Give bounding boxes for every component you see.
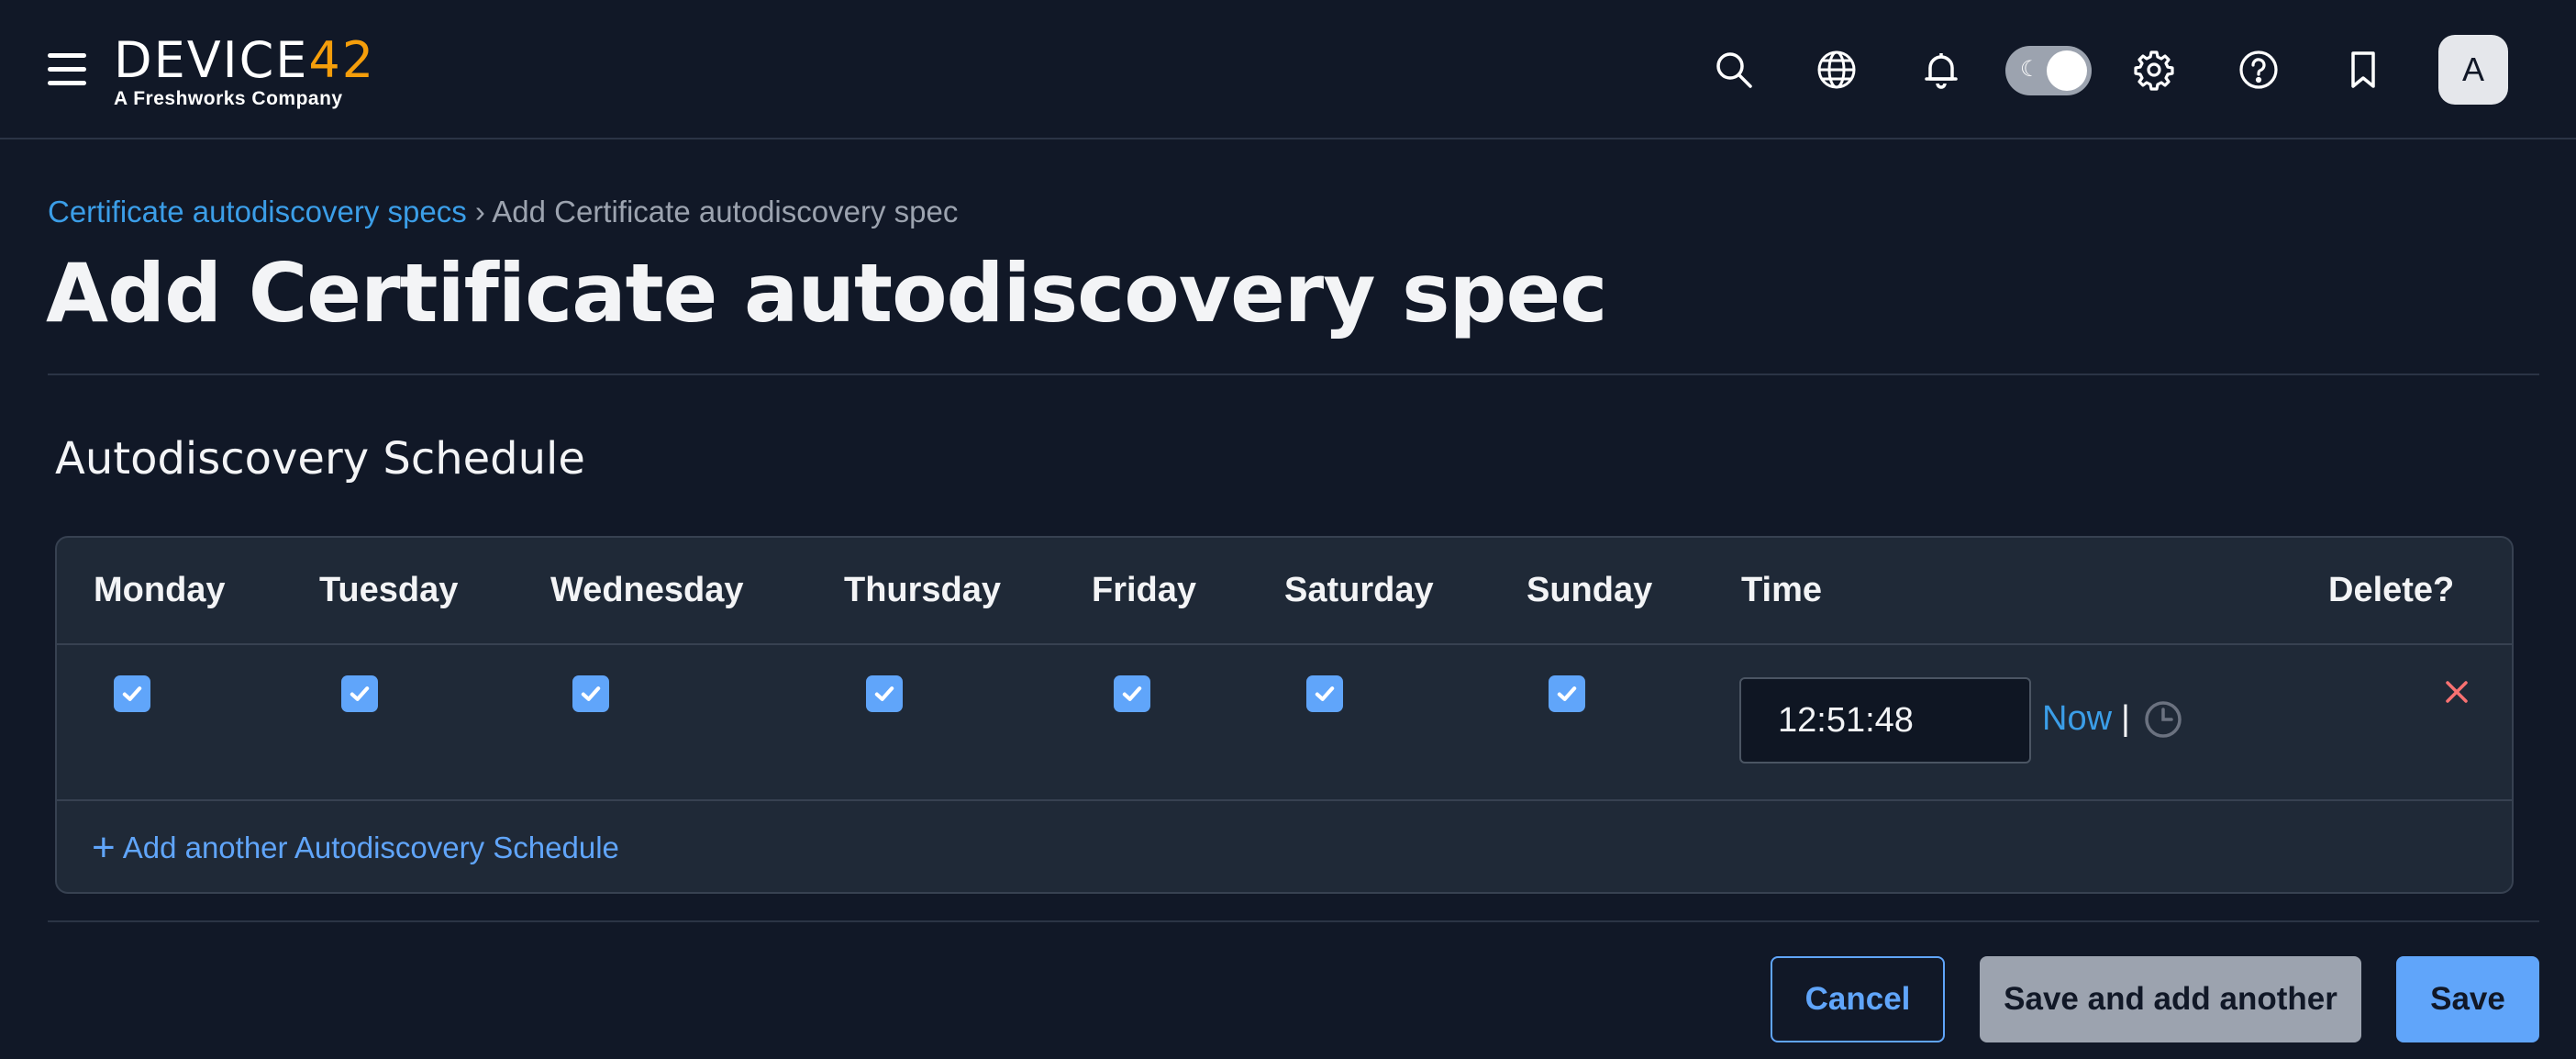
footer-divider <box>48 920 2539 922</box>
time-input[interactable] <box>1739 677 2031 764</box>
row-divider <box>57 799 2512 801</box>
theme-toggle[interactable]: ☾ <box>2005 46 2092 95</box>
checkbox-friday[interactable] <box>1114 675 1150 712</box>
breadcrumb-current: Add Certificate autodiscovery spec <box>492 195 959 229</box>
check-icon <box>874 686 894 701</box>
delete-icon[interactable] <box>2438 674 2475 710</box>
save-and-add-another-button[interactable]: Save and add another <box>1980 956 2361 1042</box>
add-schedule-link[interactable]: + Add another Autodiscovery Schedule <box>92 825 619 870</box>
globe-icon[interactable] <box>1811 44 1862 95</box>
top-navigation-bar: DEVICE42 A Freshworks Company ☾ A <box>0 0 2576 139</box>
device42-logo[interactable]: DEVICE42 A Freshworks Company <box>114 35 375 110</box>
checkbox-monday[interactable] <box>114 675 150 712</box>
checkbox-wednesday[interactable] <box>572 675 609 712</box>
schedule-table: Monday Tuesday Wednesday Thursday Friday… <box>55 536 2514 894</box>
time-separator: | <box>2121 699 2130 738</box>
column-header-monday: Monday <box>94 571 226 609</box>
breadcrumb-parent-link[interactable]: Certificate autodiscovery specs <box>48 195 467 229</box>
column-header-wednesday: Wednesday <box>550 571 744 609</box>
check-icon <box>350 686 370 701</box>
logo-accent: 42 <box>308 31 376 89</box>
checkbox-sunday[interactable] <box>1549 675 1585 712</box>
column-header-time: Time <box>1741 571 1823 609</box>
column-header-sunday: Sunday <box>1527 571 1653 609</box>
moon-icon: ☾ <box>2020 57 2040 82</box>
header-divider <box>48 373 2539 375</box>
header-row-divider <box>57 643 2512 645</box>
checkbox-saturday[interactable] <box>1306 675 1343 712</box>
logo-text: DEVICE <box>114 31 309 89</box>
menu-icon[interactable] <box>48 53 86 86</box>
plus-icon: + <box>92 825 116 870</box>
check-icon <box>1557 686 1577 701</box>
avatar[interactable]: A <box>2438 35 2508 105</box>
page-title: Add Certificate autodiscovery spec <box>46 246 1607 340</box>
section-title: Autodiscovery Schedule <box>55 433 585 485</box>
checkbox-thursday[interactable] <box>866 675 903 712</box>
help-icon[interactable] <box>2233 44 2284 95</box>
breadcrumb: Certificate autodiscovery specs › Add Ce… <box>48 195 958 229</box>
gear-icon[interactable] <box>2128 44 2180 95</box>
cancel-button[interactable]: Cancel <box>1771 956 1945 1042</box>
check-icon <box>122 686 142 701</box>
column-header-thursday: Thursday <box>844 571 1002 609</box>
logo-subtitle: A Freshworks Company <box>114 88 343 109</box>
check-icon <box>1122 686 1142 701</box>
toggle-knob <box>2047 50 2087 91</box>
search-icon[interactable] <box>1708 44 1760 95</box>
column-header-friday: Friday <box>1092 571 1197 609</box>
check-icon <box>581 686 601 701</box>
column-header-delete: Delete? <box>2328 571 2455 609</box>
column-header-tuesday: Tuesday <box>319 571 459 609</box>
check-icon <box>1315 686 1335 701</box>
save-button[interactable]: Save <box>2396 956 2539 1042</box>
bell-icon[interactable] <box>1915 44 1967 95</box>
column-header-saturday: Saturday <box>1284 571 1434 609</box>
checkbox-tuesday[interactable] <box>341 675 378 712</box>
clock-icon[interactable] <box>2143 699 2183 740</box>
add-schedule-label: Add another Autodiscovery Schedule <box>122 830 619 864</box>
breadcrumb-separator: › <box>474 195 485 229</box>
now-link[interactable]: Now <box>2042 699 2112 739</box>
bookmark-icon[interactable] <box>2337 44 2389 95</box>
